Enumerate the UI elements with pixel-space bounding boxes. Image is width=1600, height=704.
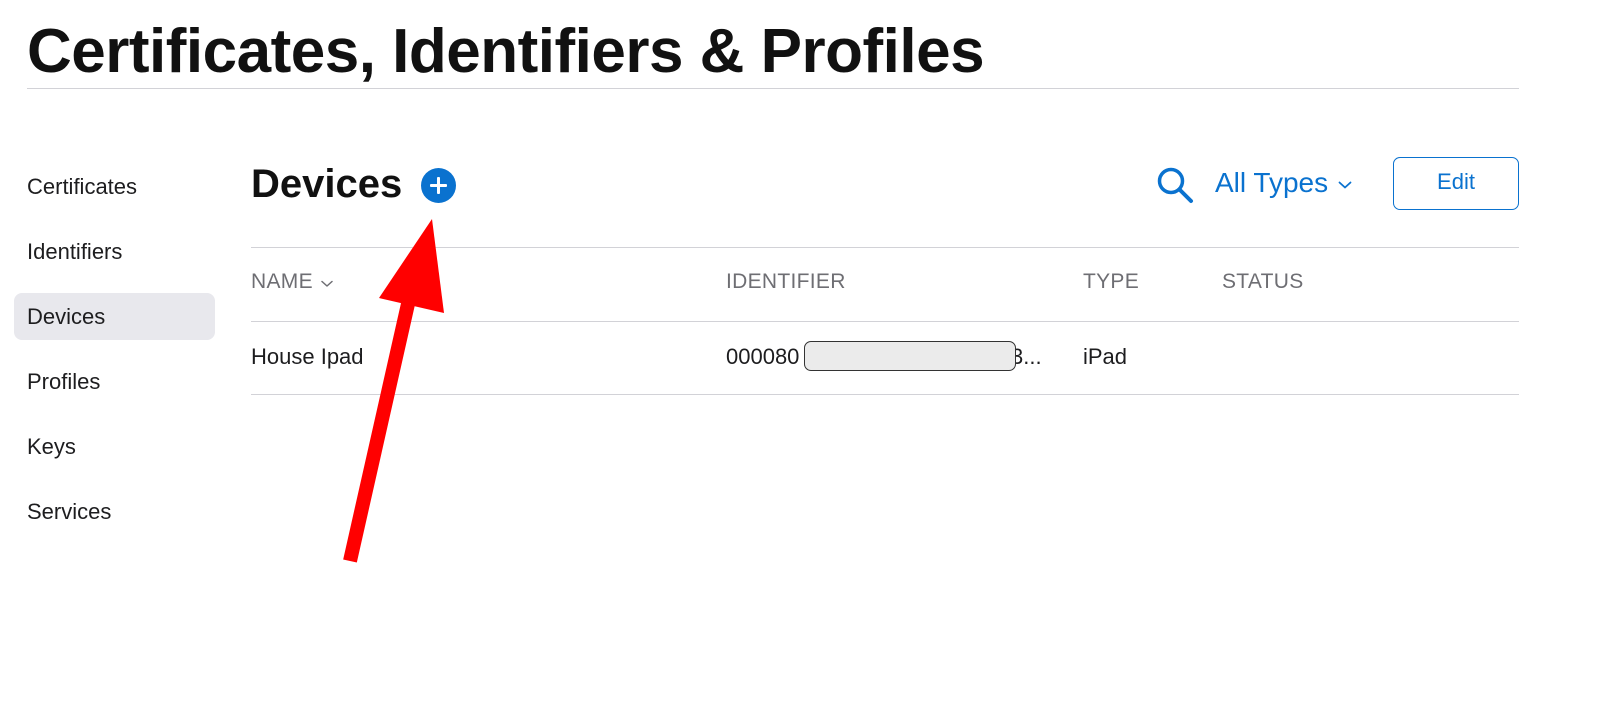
chevron-down-icon xyxy=(321,280,333,287)
column-header-status: STATUS xyxy=(1222,270,1304,293)
sidebar-item-services[interactable]: Services xyxy=(14,488,215,535)
sidebar-item-certificates[interactable]: Certificates xyxy=(14,163,215,210)
page-title: Certificates, Identifiers & Profiles xyxy=(27,17,985,86)
table-header-divider xyxy=(251,321,1519,322)
search-icon[interactable] xyxy=(1155,165,1195,205)
column-header-type: TYPE xyxy=(1083,270,1140,293)
column-header-identifier: IDENTIFIER xyxy=(726,270,846,293)
column-header-name-label: NAME xyxy=(251,270,313,293)
edit-button[interactable]: Edit xyxy=(1393,157,1519,210)
sidebar-item-profiles[interactable]: Profiles xyxy=(14,358,215,405)
redaction-box xyxy=(804,341,1016,371)
column-header-name[interactable]: NAME xyxy=(251,270,333,294)
table-top-divider xyxy=(251,247,1519,248)
type-filter-dropdown[interactable]: All Types xyxy=(1215,163,1352,203)
sidebar-item-devices[interactable]: Devices xyxy=(14,293,215,340)
add-device-button[interactable] xyxy=(421,168,456,203)
section-title: Devices xyxy=(251,162,403,206)
sidebar: Certificates Identifiers Devices Profile… xyxy=(14,163,215,553)
sidebar-item-identifiers[interactable]: Identifiers xyxy=(14,228,215,275)
device-name-cell[interactable]: House Ipad xyxy=(251,344,364,370)
title-divider xyxy=(27,88,1519,89)
table-bottom-divider xyxy=(251,394,1519,395)
sidebar-item-keys[interactable]: Keys xyxy=(14,423,215,470)
type-filter-label: All Types xyxy=(1215,167,1329,198)
chevron-down-icon xyxy=(1338,181,1352,189)
device-type-cell: iPad xyxy=(1083,344,1128,369)
device-identifier-prefix: 000080 xyxy=(726,344,800,369)
red-arrow-icon xyxy=(343,219,444,563)
